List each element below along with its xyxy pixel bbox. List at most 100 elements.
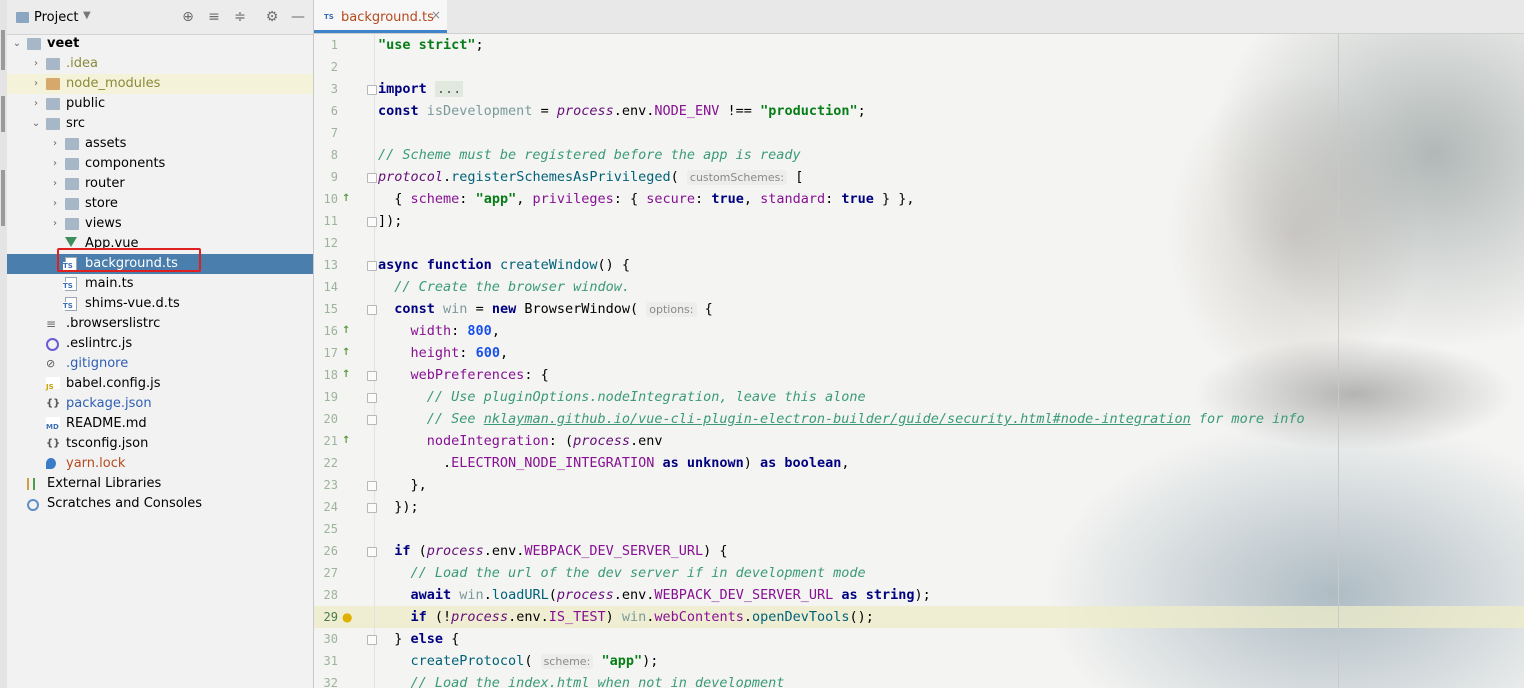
- tree-item[interactable]: JS babel.config.js: [7, 374, 313, 394]
- tree-item[interactable]: MD README.md: [7, 414, 313, 434]
- code-line[interactable]: webPreferences: {: [378, 364, 549, 386]
- chevron-right-icon[interactable]: ›: [49, 134, 61, 154]
- fold-toggle-icon[interactable]: [367, 547, 377, 557]
- tree-item[interactable]: main.ts: [7, 274, 313, 294]
- code-line[interactable]: });: [378, 496, 418, 518]
- fold-toggle-icon[interactable]: [367, 261, 377, 271]
- line-number: 23: [323, 478, 338, 492]
- code-line[interactable]: ]);: [378, 210, 402, 232]
- code-line[interactable]: "use strict";: [378, 34, 484, 56]
- chevron-right-icon[interactable]: ›: [49, 214, 61, 234]
- code-line[interactable]: if (process.env.WEBPACK_DEV_SERVER_URL) …: [378, 540, 727, 562]
- tree-item[interactable]: background.ts: [7, 254, 313, 274]
- chevron-right-icon[interactable]: ›: [49, 194, 61, 214]
- code-editor[interactable]: 1 "use strict"; 2 3 import ... 6 const isDevel…: [314, 34, 1524, 688]
- tree-item[interactable]: › public: [7, 94, 313, 114]
- fold-toggle-icon[interactable]: [367, 635, 377, 645]
- chevron-right-icon[interactable]: ›: [30, 94, 42, 114]
- tree-item[interactable]: ⌄ src: [7, 114, 313, 134]
- gear-icon[interactable]: ⚙: [263, 8, 281, 26]
- code-line[interactable]: height: 600,: [378, 342, 509, 364]
- fold-toggle-icon[interactable]: [367, 371, 377, 381]
- tree-item[interactable]: ⊘ .gitignore: [7, 354, 313, 374]
- chevron-right-icon[interactable]: ›: [49, 174, 61, 194]
- line-number: 1: [330, 38, 338, 52]
- fold-toggle-icon[interactable]: [367, 305, 377, 315]
- code-line[interactable]: async function createWindow() {: [378, 254, 630, 276]
- fold-toggle-icon[interactable]: [367, 415, 377, 425]
- tool-window-label-commit[interactable]: [1, 96, 5, 132]
- override-marker-icon[interactable]: ↑: [342, 188, 356, 210]
- tree-item[interactable]: .eslintrc.js: [7, 334, 313, 354]
- chevron-right-icon[interactable]: ›: [49, 154, 61, 174]
- json-file-icon: {}: [46, 438, 61, 449]
- chevron-right-icon[interactable]: ›: [30, 54, 42, 74]
- editor-tab-background-ts[interactable]: TS background.ts ×: [314, 0, 447, 33]
- hide-panel-icon[interactable]: —: [289, 8, 307, 26]
- code-line[interactable]: // Use pluginOptions.nodeIntegration, le…: [378, 386, 866, 408]
- code-line[interactable]: nodeIntegration: (process.env: [378, 430, 663, 452]
- tree-item[interactable]: Scratches and Consoles: [7, 494, 313, 514]
- code-line[interactable]: // Load the index.html when not in devel…: [378, 672, 785, 688]
- tree-item[interactable]: › router: [7, 174, 313, 194]
- override-marker-icon[interactable]: ↑: [342, 430, 356, 452]
- tree-item[interactable]: {} package.json: [7, 394, 313, 414]
- code-line[interactable]: { scheme: "app", privileges: { secure: t…: [378, 188, 914, 210]
- code-line[interactable]: createProtocol( scheme: "app");: [378, 650, 658, 672]
- code-line[interactable]: .ELECTRON_NODE_INTEGRATION as unknown) a…: [378, 452, 849, 474]
- tree-item[interactable]: App.vue: [7, 234, 313, 254]
- tree-item[interactable]: › assets: [7, 134, 313, 154]
- tree-item[interactable]: ≡ .browserslistrc: [7, 314, 313, 334]
- expand-all-icon[interactable]: ≡: [205, 8, 223, 26]
- tree-item[interactable]: › components: [7, 154, 313, 174]
- tree-item[interactable]: {} tsconfig.json: [7, 434, 313, 454]
- override-marker-icon[interactable]: ↑: [342, 364, 356, 386]
- code-line[interactable]: },: [378, 474, 427, 496]
- code-line[interactable]: await win.loadURL(process.env.WEBPACK_DE…: [378, 584, 931, 606]
- collapse-all-icon[interactable]: ≑: [231, 8, 249, 26]
- fold-toggle-icon[interactable]: [367, 173, 377, 183]
- tree-item[interactable]: External Libraries: [7, 474, 313, 494]
- tool-window-label-project[interactable]: [1, 30, 5, 70]
- fold-toggle-icon[interactable]: [367, 393, 377, 403]
- fold-toggle-icon[interactable]: [367, 481, 377, 491]
- code-line[interactable]: protocol.registerSchemesAsPrivileged( cu…: [378, 166, 803, 188]
- code-line[interactable]: // Load the url of the dev server if in …: [378, 562, 866, 584]
- tool-window-label-structure[interactable]: [1, 170, 5, 226]
- tree-item[interactable]: › store: [7, 194, 313, 214]
- tree-item[interactable]: › .idea: [7, 54, 313, 74]
- code-line[interactable]: if (!process.env.IS_TEST) win.webContent…: [378, 606, 874, 628]
- code-line[interactable]: const isDevelopment = process.env.NODE_E…: [378, 100, 866, 122]
- locate-icon[interactable]: ⊕: [179, 8, 197, 26]
- close-icon[interactable]: ×: [431, 8, 441, 22]
- tree-item[interactable]: › views: [7, 214, 313, 234]
- chevron-down-icon[interactable]: ⌄: [11, 34, 23, 54]
- line-number: 12: [323, 236, 338, 250]
- tree-item[interactable]: ⌄ veet: [7, 34, 313, 54]
- tree-item[interactable]: yarn.lock: [7, 454, 313, 474]
- line-number: 9: [330, 170, 338, 184]
- tree-item[interactable]: shims-vue.d.ts: [7, 294, 313, 314]
- chevron-right-icon[interactable]: ›: [30, 74, 42, 94]
- fold-toggle-icon[interactable]: [367, 85, 377, 95]
- override-marker-icon[interactable]: ↑: [342, 320, 356, 342]
- code-line[interactable]: // Scheme must be registered before the …: [378, 144, 801, 166]
- fold-toggle-icon[interactable]: [367, 217, 377, 227]
- chevron-down-icon[interactable]: ▼: [83, 10, 91, 21]
- code-line[interactable]: width: 800,: [378, 320, 500, 342]
- code-line[interactable]: const win = new BrowserWindow( options: …: [378, 298, 713, 320]
- tree-item-label: .gitignore: [66, 356, 129, 371]
- chevron-down-icon[interactable]: ⌄: [30, 114, 42, 134]
- folder-icon: [46, 78, 60, 90]
- lightbulb-icon[interactable]: ●: [342, 606, 356, 628]
- code-line[interactable]: import ...: [378, 78, 464, 100]
- javascript-file-icon: JS: [46, 377, 60, 391]
- code-line[interactable]: // See nklayman.github.io/vue-cli-plugin…: [378, 408, 1305, 430]
- code-line[interactable]: // Create the browser window.: [378, 276, 630, 298]
- override-marker-icon[interactable]: ↑: [342, 342, 356, 364]
- code-line[interactable]: } else {: [378, 628, 459, 650]
- fold-toggle-icon[interactable]: [367, 503, 377, 513]
- tree-item[interactable]: › node_modules: [7, 74, 313, 94]
- project-panel-title[interactable]: Project: [34, 10, 78, 25]
- text-file-icon: ≡: [46, 317, 57, 331]
